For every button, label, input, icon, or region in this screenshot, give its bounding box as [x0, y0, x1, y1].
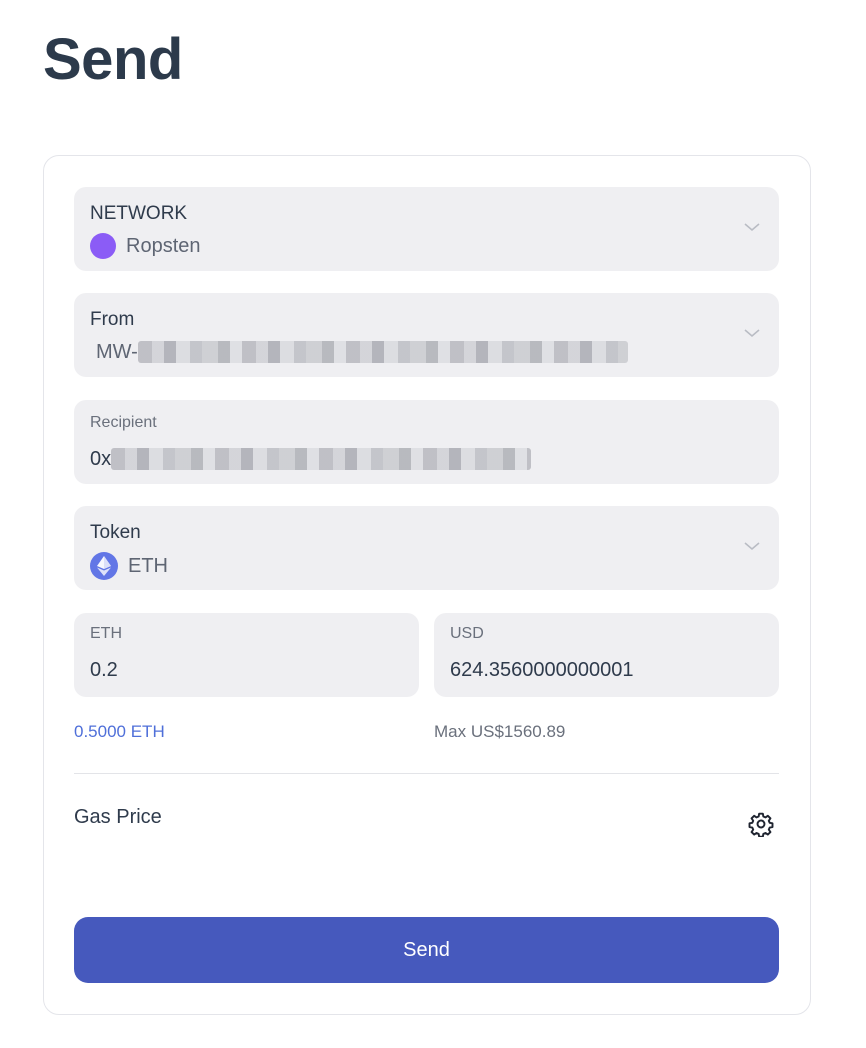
divider	[74, 773, 779, 774]
network-label: NETWORK	[90, 203, 188, 224]
network-select[interactable]: NETWORK Ropsten	[74, 187, 779, 271]
chevron-down-icon	[744, 223, 760, 232]
token-value: ETH	[128, 554, 168, 577]
usd-amount-value: 624.3560000000001	[450, 658, 634, 681]
recipient-label: Recipient	[90, 414, 157, 431]
network-value: Ropsten	[126, 234, 201, 257]
network-dot-icon	[90, 233, 116, 259]
from-account-prefix: MW-	[96, 340, 138, 363]
from-account-select[interactable]: From MW-	[74, 293, 779, 377]
gas-price-label: Gas Price	[74, 806, 162, 828]
eth-amount-field[interactable]: ETH 0.2	[74, 613, 419, 697]
redacted-recipient-address	[111, 448, 532, 470]
send-button[interactable]: Send	[74, 917, 779, 983]
usd-amount-label: USD	[450, 625, 484, 642]
eth-amount-label: ETH	[90, 625, 122, 642]
token-label: Token	[90, 522, 141, 543]
from-label: From	[90, 309, 135, 330]
page-title: Send	[43, 27, 183, 92]
gear-icon[interactable]	[748, 811, 774, 837]
redacted-account-address	[137, 341, 628, 363]
eth-icon	[90, 552, 118, 580]
chevron-down-icon	[744, 542, 760, 551]
send-form-card: NETWORK Ropsten From MW- Recipient 0x To…	[43, 155, 811, 1015]
eth-amount-value: 0.2	[90, 658, 118, 681]
chevron-down-icon	[744, 329, 760, 338]
max-usd-text: Max US$1560.89	[434, 722, 566, 741]
eth-balance-link[interactable]: 0.5000 ETH	[74, 722, 165, 742]
recipient-field[interactable]: Recipient 0x	[74, 400, 779, 484]
usd-amount-field[interactable]: USD 624.3560000000001	[434, 613, 779, 697]
recipient-address-prefix: 0x	[90, 447, 112, 470]
token-select[interactable]: Token ETH	[74, 506, 779, 590]
